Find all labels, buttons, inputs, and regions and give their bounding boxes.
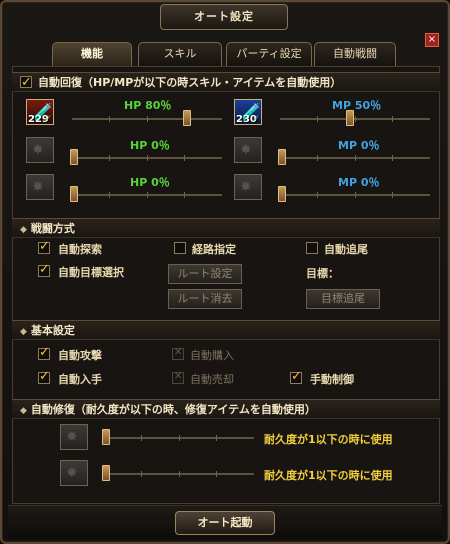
mp-threshold-label-2: MP 0％ [338,139,380,152]
hp-slider-knob-3[interactable] [70,186,78,202]
auto-pickup-checkbox[interactable] [38,369,50,384]
manual-control-label: 手動制御 [310,373,354,386]
empty-slot-icon: ✸ [240,179,252,195]
route-specify-label: 経路指定 [192,243,236,256]
route-clear-button[interactable]: ルート消去 [168,289,242,309]
hp-slider-track-2[interactable] [72,155,222,161]
durability-slider-knob-2[interactable] [102,465,110,481]
auto-repair-header: ◆ 自動修復（耐久度が以下の時、修復アイテムを自動使用） [12,399,440,419]
auto-sell-label: 自動売却 [190,373,234,386]
auto-follow-checkbox[interactable] [306,242,318,254]
empty-slot-icon: ✸ [240,142,252,158]
auto-recovery-title: 自動回復（HP/MPが以下の時スキル・アイテムを自動使用） [38,76,342,89]
tab-function[interactable]: 機能 [52,42,132,66]
mp-potion-slot-1[interactable]: 🧪 230 ✓ [234,99,262,125]
durability-label-1: 耐久度が1以下の時に使用 [264,433,393,446]
auto-attack-label: 自動攻撃 [58,349,102,362]
hp-slider-knob-2[interactable] [70,149,78,165]
window-title: オート設定 [160,4,288,30]
repair-item-slot-2[interactable]: ✸ [60,460,88,486]
hp-threshold-label-1: HP 80％ [124,99,172,112]
durability-slider-track-2[interactable] [104,471,254,477]
hp-potion-slot-1[interactable]: 🧪 229 ✓ [26,99,54,125]
check-icon: ✓ [252,114,260,124]
combat-title: 戦闘方式 [30,222,75,235]
mp-slider-knob-3[interactable] [278,186,286,202]
mp-potion-slot-2[interactable]: ✸ [234,137,262,163]
auto-target-checkbox[interactable] [38,262,50,277]
mp-slider-knob-1[interactable] [346,110,354,126]
durability-slider-knob-1[interactable] [102,429,110,445]
auto-follow-label: 自動追尾 [324,243,368,256]
auto-purchase-checkbox[interactable] [172,347,184,360]
hp-potion-slot-3[interactable]: ✸ [26,174,54,200]
check-icon: ✓ [44,114,52,124]
close-button[interactable]: × [425,33,439,47]
empty-slot-icon: ✸ [32,179,44,195]
mp-threshold-label-1: MP 50％ [332,99,382,112]
auto-search-label: 自動探索 [58,243,102,256]
hp-slider-track-3[interactable] [72,192,222,198]
auto-attack-checkbox[interactable] [38,345,50,360]
hp-threshold-label-3: HP 0％ [130,176,170,189]
hp-threshold-label-2: HP 0％ [130,139,170,152]
auto-start-button[interactable]: オート起動 [175,511,275,535]
tab-auto-combat[interactable]: 自動戦闘 [314,42,396,66]
auto-repair-title: 自動修復（耐久度が以下の時、修復アイテムを自動使用） [30,403,316,416]
empty-slot-icon: ✸ [32,142,44,158]
auto-search-checkbox[interactable] [38,239,50,254]
basic-settings-title: 基本設定 [30,324,75,337]
mp-potion-slot-3[interactable]: ✸ [234,174,262,200]
auto-pickup-label: 自動入手 [58,373,102,386]
repair-item-slot-1[interactable]: ✸ [60,424,88,450]
route-settings-button[interactable]: ルート設定 [168,264,242,284]
mp-slider-knob-2[interactable] [278,149,286,165]
hp-slider-knob-1[interactable] [183,110,191,126]
hp-potion-slot-2[interactable]: ✸ [26,137,54,163]
empty-slot-icon: ✸ [66,429,78,445]
mp-threshold-label-3: MP 0％ [338,176,380,189]
mp-slider-track-2[interactable] [280,155,430,161]
target-follow-button[interactable]: 目標追尾 [306,289,380,309]
auto-sell-checkbox[interactable] [172,371,184,384]
empty-slot-icon: ✸ [66,465,78,481]
auto-target-label: 自動目標選択 [58,266,124,279]
target-label: 目標： [306,267,339,280]
mp-slider-track-3[interactable] [280,192,430,198]
basic-settings-header: ◆ 基本設定 [12,320,440,340]
mp-slider-track-1[interactable] [280,116,430,122]
section-marker-icon: ◆ [20,225,27,235]
combat-header: ◆ 戦闘方式 [12,218,440,238]
tab-party-settings[interactable]: パーティ設定 [226,42,312,66]
section-marker-icon: ◆ [20,406,27,416]
route-specify-checkbox[interactable] [174,242,186,254]
auto-recovery-checkbox[interactable] [20,73,32,92]
auto-recovery-header: 自動回復（HP/MPが以下の時スキル・アイテムを自動使用） [12,72,440,92]
durability-slider-track-1[interactable] [104,435,254,441]
hp-slider-track-1[interactable] [72,116,222,122]
section-marker-icon: ◆ [20,327,27,337]
durability-label-2: 耐久度が1以下の時に使用 [264,469,393,482]
auto-purchase-label: 自動購入 [190,349,234,362]
tab-skill[interactable]: スキル [138,42,222,66]
manual-control-checkbox[interactable] [290,369,302,384]
